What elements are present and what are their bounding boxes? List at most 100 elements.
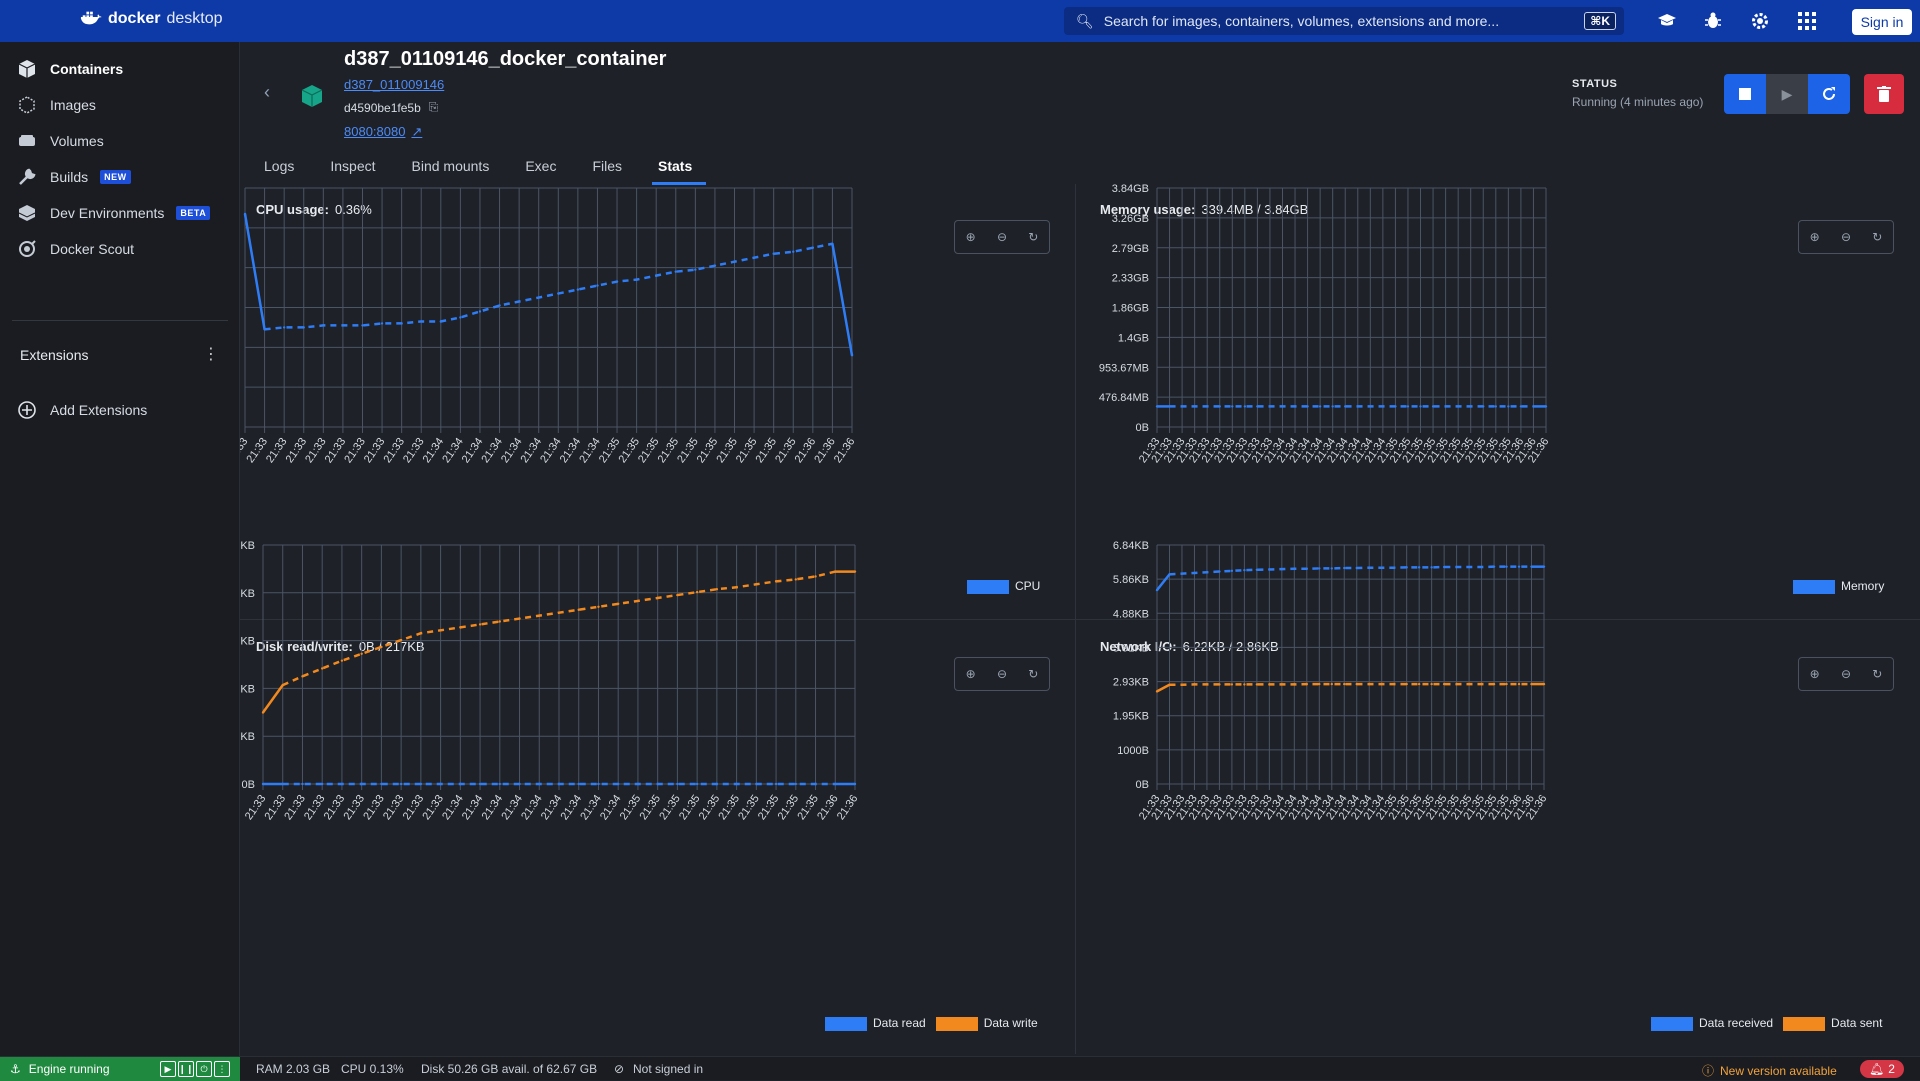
extensions-grid-icon[interactable] bbox=[1796, 10, 1818, 32]
cpu-point bbox=[811, 246, 815, 249]
trash-icon bbox=[1877, 86, 1891, 102]
data-sent-point bbox=[1467, 682, 1471, 686]
zoom-out-icon[interactable]: ⊖ bbox=[1841, 230, 1851, 244]
data-sent-point bbox=[1330, 682, 1333, 686]
data-received-point bbox=[1293, 567, 1296, 570]
data-write-point bbox=[557, 611, 561, 614]
docker-logo[interactable]: docker desktop bbox=[80, 10, 223, 28]
data-sent-point bbox=[1517, 682, 1521, 686]
zoom-in-icon[interactable]: ⊕ bbox=[966, 667, 976, 681]
y-tick-label: 3.84GB bbox=[1112, 183, 1149, 195]
data-write-point bbox=[399, 638, 403, 642]
ram-usage: RAM 2.03 GB bbox=[256, 1062, 331, 1076]
zoom-out-icon[interactable]: ⊖ bbox=[997, 230, 1007, 244]
memory-point bbox=[1381, 405, 1385, 408]
extensions-menu-icon[interactable]: ⋮ bbox=[203, 344, 219, 364]
settings-gear-icon[interactable] bbox=[1749, 10, 1771, 32]
sidebar-item-containers[interactable]: Containers bbox=[16, 54, 123, 84]
engine-play-icon[interactable]: ▶ bbox=[160, 1061, 176, 1077]
start-button[interactable]: ▶ bbox=[1766, 74, 1808, 114]
notifications-badge[interactable]: 🔔︎ 2 bbox=[1860, 1060, 1904, 1078]
data-write-point bbox=[380, 645, 383, 649]
new-badge: NEW bbox=[100, 170, 131, 184]
reset-zoom-icon[interactable]: ↻ bbox=[1028, 230, 1038, 244]
cpu-point bbox=[557, 292, 560, 295]
memory-point bbox=[1507, 405, 1510, 408]
memory-point bbox=[1318, 405, 1322, 408]
data-sent-point bbox=[1405, 682, 1408, 686]
troubleshoot-bug-icon[interactable] bbox=[1702, 10, 1724, 32]
global-search-input[interactable]: 🔍︎ Search for images, containers, volume… bbox=[1064, 7, 1624, 35]
back-arrow-icon[interactable]: ‹ bbox=[264, 82, 270, 103]
add-extensions-button[interactable]: Add Extensions bbox=[16, 395, 147, 425]
engine-power-icon[interactable]: ⏻ bbox=[196, 1061, 212, 1077]
sign-in-button[interactable]: Sign in bbox=[1852, 9, 1912, 35]
data-write-point bbox=[459, 626, 462, 629]
cpu-point bbox=[282, 326, 286, 329]
network-zoom-controls: ⊕ ⊖ ↻ bbox=[1798, 657, 1894, 691]
legend-item-data-read[interactable]: Data read bbox=[825, 1016, 926, 1031]
sidebar-item-label: Dev Environments bbox=[50, 205, 165, 221]
not-signed-in-icon: ⊘ bbox=[614, 1062, 625, 1076]
reset-zoom-icon[interactable]: ↻ bbox=[1028, 667, 1038, 681]
new-version-link[interactable]: ⓘ New version available bbox=[1702, 1062, 1837, 1079]
legend-item-data-sent[interactable]: Data sent bbox=[1783, 1016, 1882, 1031]
zoom-in-icon[interactable]: ⊕ bbox=[966, 230, 976, 244]
reset-zoom-icon[interactable]: ↻ bbox=[1872, 230, 1882, 244]
y-tick-label: 2.33GB bbox=[1112, 273, 1149, 285]
data-read-point bbox=[301, 782, 304, 786]
zoom-in-icon[interactable]: ⊕ bbox=[1810, 667, 1820, 681]
sidebar-item-docker-scout[interactable]: Docker Scout bbox=[16, 234, 134, 264]
y-tick-label: 48.83KB bbox=[240, 731, 255, 743]
sidebar-item-volumes[interactable]: Volumes bbox=[16, 126, 104, 156]
data-read-point bbox=[617, 782, 620, 786]
delete-button[interactable] bbox=[1864, 74, 1904, 114]
container-name: d387_01109146_docker_container bbox=[344, 48, 667, 70]
search-placeholder: Search for images, containers, volumes, … bbox=[1103, 13, 1500, 29]
data-read-point bbox=[636, 782, 640, 786]
port-link[interactable]: 8080:8080 ↗ bbox=[344, 124, 422, 140]
y-tick-label: 0B bbox=[1136, 779, 1149, 791]
status-value: Running (4 minutes ago) bbox=[1572, 95, 1704, 109]
learning-center-icon[interactable] bbox=[1656, 10, 1678, 32]
legend-item-data-write[interactable]: Data write bbox=[935, 1016, 1038, 1031]
stop-button[interactable] bbox=[1724, 74, 1766, 114]
reset-zoom-icon[interactable]: ↻ bbox=[1872, 667, 1882, 681]
data-read-point bbox=[281, 782, 284, 786]
status-footer: ⚓ Engine running ▶ ❙❙ ⏻ ⋮ RAM 2.03 GB CP… bbox=[0, 1056, 1920, 1081]
data-write-line-start bbox=[261, 684, 284, 714]
data-read-point bbox=[577, 782, 580, 786]
data-received-point bbox=[1530, 565, 1533, 568]
legend-item-cpu[interactable]: CPU bbox=[967, 579, 1040, 594]
memory-point bbox=[1469, 405, 1472, 408]
data-received-point bbox=[1430, 566, 1433, 569]
restart-button[interactable] bbox=[1808, 74, 1850, 114]
cpu-point bbox=[459, 316, 462, 319]
data-write-point bbox=[794, 578, 797, 581]
cpu-line bbox=[264, 242, 833, 331]
legend-item-memory[interactable]: Memory bbox=[1793, 579, 1884, 594]
memory-point bbox=[1218, 405, 1221, 408]
memory-point bbox=[1532, 405, 1535, 408]
whale-icon: ⚓ bbox=[10, 1062, 21, 1076]
data-received-point bbox=[1517, 565, 1521, 568]
data-write-point bbox=[656, 596, 659, 600]
zoom-out-icon[interactable]: ⊖ bbox=[997, 667, 1007, 681]
engine-pause-icon[interactable]: ❙❙ bbox=[178, 1061, 194, 1077]
sidebar-item-images[interactable]: Images bbox=[16, 90, 96, 120]
copy-icon[interactable]: ⎘ bbox=[429, 100, 439, 115]
memory-point bbox=[1281, 405, 1284, 408]
data-write-point bbox=[715, 587, 719, 591]
external-link-icon: ↗ bbox=[411, 124, 423, 139]
zoom-in-icon[interactable]: ⊕ bbox=[1810, 230, 1820, 244]
engine-more-icon[interactable]: ⋮ bbox=[214, 1061, 230, 1077]
zoom-out-icon[interactable]: ⊖ bbox=[1841, 667, 1851, 681]
sidebar-item-dev-environments[interactable]: Dev Environments BETA bbox=[16, 198, 211, 228]
volumes-icon bbox=[16, 130, 38, 152]
sidebar-item-label: Builds bbox=[50, 169, 89, 185]
sidebar-item-builds[interactable]: Builds NEW bbox=[16, 162, 131, 192]
image-link[interactable]: d387_011009146 bbox=[344, 77, 444, 92]
memory-point bbox=[1356, 405, 1359, 408]
legend-item-data-received[interactable]: Data received bbox=[1651, 1016, 1773, 1031]
data-sent-point bbox=[1293, 683, 1296, 686]
